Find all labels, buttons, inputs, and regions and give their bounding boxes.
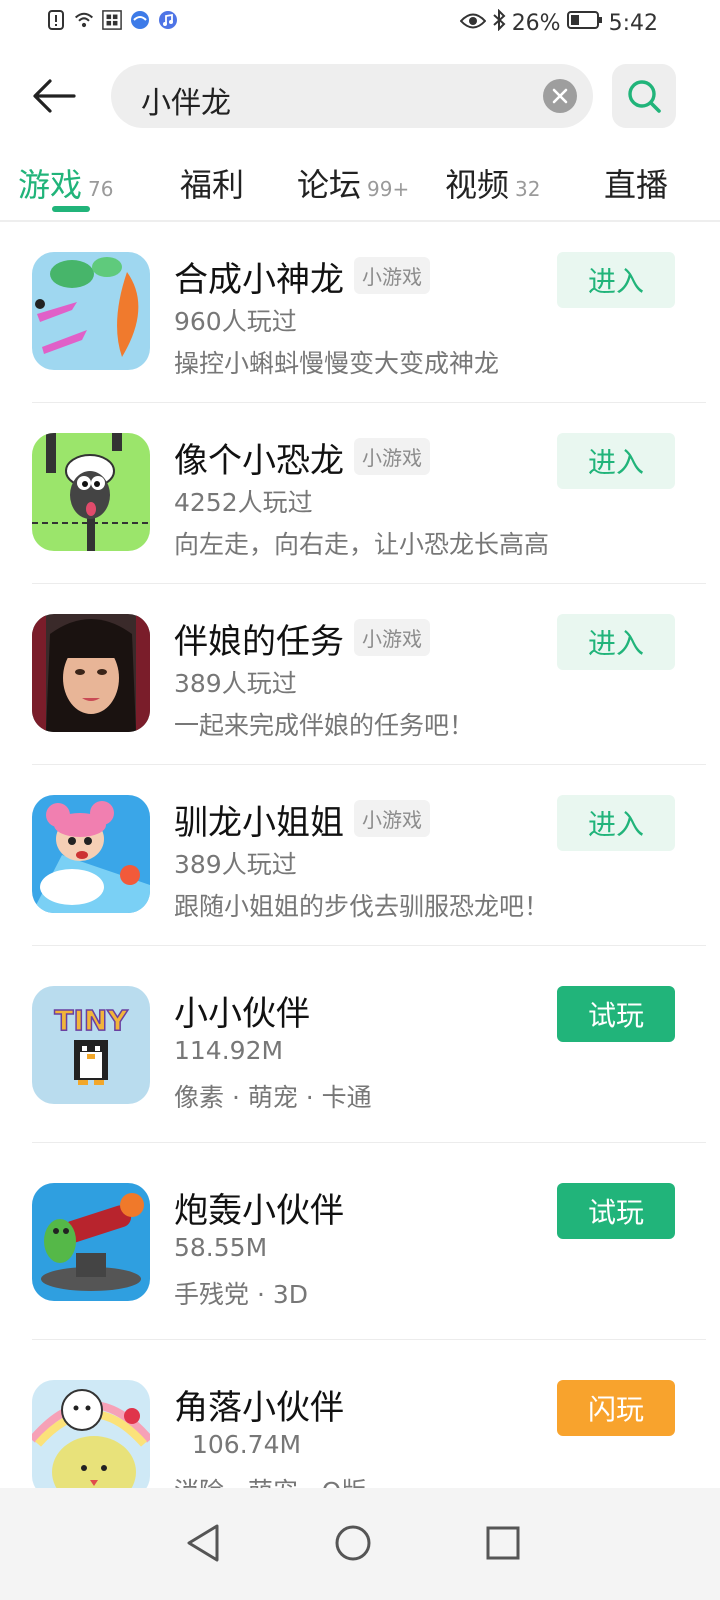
enter-button[interactable]: 进入 bbox=[557, 252, 675, 308]
game-icon bbox=[32, 1183, 150, 1301]
item-title-text: 合成小神龙 bbox=[174, 260, 344, 300]
item-title-text: 驯龙小姐姐 bbox=[174, 803, 344, 843]
item-desc: 跟随小姐姐的步伐去驯服恐龙吧！ bbox=[174, 892, 550, 921]
close-icon bbox=[552, 88, 568, 104]
tab-label: 福利 bbox=[180, 166, 245, 204]
mini-game-tag: 小游戏 bbox=[354, 800, 430, 837]
tiny-logo-text: TINY bbox=[54, 1004, 128, 1037]
item-meta: 389人玩过 bbox=[174, 850, 297, 879]
tab-indicator bbox=[52, 206, 90, 212]
enter-button[interactable]: 进入 bbox=[557, 795, 675, 851]
back-button[interactable] bbox=[28, 74, 80, 118]
list-item[interactable]: 合成小神龙 小游戏 960人玩过 操控小蝌蚪慢慢变大变成神龙 进入 bbox=[32, 222, 706, 403]
enter-button[interactable]: 进入 bbox=[557, 433, 675, 489]
tab-count: 32 bbox=[515, 177, 541, 201]
item-meta: 389人玩过 bbox=[174, 669, 297, 698]
triangle-back-icon bbox=[187, 1524, 219, 1562]
try-button[interactable]: 试玩 bbox=[557, 1183, 675, 1239]
list-item[interactable]: 像个小恐龙 小游戏 4252人玩过 向左走，向右走，让小恐龙长高高 进入 bbox=[32, 403, 706, 584]
system-nav-bar bbox=[0, 1488, 720, 1600]
search-input[interactable]: 小伴龙 bbox=[111, 64, 593, 128]
item-size: 106.74M bbox=[192, 1430, 302, 1459]
tab-label: 视频 bbox=[445, 166, 510, 204]
tab-count: 76 bbox=[88, 177, 114, 201]
tab-label: 论坛 bbox=[297, 166, 362, 204]
tab-live[interactable]: 直播 bbox=[604, 160, 668, 206]
tab-count: 99+ bbox=[367, 177, 410, 201]
item-title-text: 伴娘的任务 bbox=[174, 622, 344, 662]
list-item[interactable]: TINY 小小伙伴 114.92M 像素 · 萌宠 · 卡通 试玩 bbox=[32, 946, 706, 1143]
game-icon bbox=[32, 795, 150, 913]
enter-button[interactable]: 进入 bbox=[557, 614, 675, 670]
search-button[interactable] bbox=[612, 64, 676, 128]
game-icon bbox=[32, 614, 150, 732]
arrow-left-icon bbox=[33, 79, 76, 113]
clear-search-button[interactable] bbox=[543, 79, 577, 113]
result-list: 合成小神龙 小游戏 960人玩过 操控小蝌蚪慢慢变大变成神龙 进入 像个小恐龙 小游… bbox=[0, 222, 720, 1536]
tab-label: 直播 bbox=[604, 166, 669, 204]
tab-video[interactable]: 视频 32 bbox=[445, 160, 540, 206]
item-title: 合成小神龙 小游戏 bbox=[174, 252, 430, 301]
list-item[interactable]: 炮轰小伙伴 58.55M 手残党 · 3D 试玩 bbox=[32, 1143, 706, 1340]
item-size: 58.55M bbox=[174, 1233, 268, 1262]
nav-back-button[interactable] bbox=[178, 1518, 228, 1568]
item-size: 114.92M bbox=[174, 1036, 284, 1065]
nav-home-button[interactable] bbox=[328, 1518, 378, 1568]
status-bar: 26% 5:42 bbox=[0, 0, 720, 50]
status-right: 26% 5:42 bbox=[459, 8, 658, 37]
game-icon bbox=[32, 1380, 150, 1498]
wifi-icon bbox=[74, 10, 94, 30]
list-item[interactable]: 驯龙小姐姐 小游戏 389人玩过 跟随小姐姐的步伐去驯服恐龙吧！ 进入 bbox=[32, 765, 706, 946]
item-title: 角落小伙伴 bbox=[174, 1388, 344, 1428]
tab-forum[interactable]: 论坛 99+ bbox=[297, 160, 409, 206]
battery-icon bbox=[566, 10, 603, 36]
mini-game-tag: 小游戏 bbox=[354, 438, 430, 475]
clock: 5:42 bbox=[608, 10, 658, 36]
list-item[interactable]: 伴娘的任务 小游戏 389人玩过 一起来完成伴娘的任务吧！ 进入 bbox=[32, 584, 706, 765]
circle-home-icon bbox=[335, 1525, 371, 1561]
bluetooth-icon bbox=[492, 8, 506, 37]
game-app-icon bbox=[102, 10, 122, 30]
alert-icon bbox=[46, 10, 66, 30]
search-icon bbox=[628, 80, 661, 113]
item-tags: 像素 · 萌宠 · 卡通 bbox=[174, 1083, 372, 1112]
search-header: 小伴龙 bbox=[0, 58, 720, 134]
item-meta: 960人玩过 bbox=[174, 307, 297, 336]
status-left-icons bbox=[46, 10, 178, 30]
try-button[interactable]: 试玩 bbox=[557, 986, 675, 1042]
flash-play-button[interactable]: 闪玩 bbox=[557, 1380, 675, 1436]
game-icon bbox=[32, 433, 150, 551]
battery-percent: 26% bbox=[511, 10, 561, 36]
tab-label: 游戏 bbox=[18, 166, 83, 204]
eye-icon bbox=[459, 11, 487, 36]
item-desc: 向左走，向右走，让小恐龙长高高 bbox=[174, 530, 550, 559]
result-tabs: 游戏 76 福利 论坛 99+ 视频 32 直播 bbox=[0, 150, 720, 220]
item-title: 炮轰小伙伴 bbox=[174, 1191, 344, 1231]
mini-game-tag: 小游戏 bbox=[354, 257, 430, 294]
item-title: 小小伙伴 bbox=[174, 994, 310, 1034]
tab-benefits[interactable]: 福利 bbox=[180, 160, 244, 206]
nav-recents-button[interactable] bbox=[478, 1518, 528, 1568]
item-desc: 操控小蝌蚪慢慢变大变成神龙 bbox=[174, 349, 500, 378]
item-title: 驯龙小姐姐 小游戏 bbox=[174, 795, 430, 844]
square-recents-icon bbox=[486, 1526, 520, 1560]
mini-game-tag: 小游戏 bbox=[354, 619, 430, 656]
item-title: 伴娘的任务 小游戏 bbox=[174, 614, 430, 663]
item-tags: 手残党 · 3D bbox=[174, 1280, 308, 1309]
game-icon: TINY bbox=[32, 986, 150, 1104]
item-title-text: 像个小恐龙 bbox=[174, 441, 344, 481]
music-icon bbox=[158, 10, 178, 30]
item-meta: 4252人玩过 bbox=[174, 488, 313, 517]
browser-icon bbox=[130, 10, 150, 30]
game-icon bbox=[32, 252, 150, 370]
search-query[interactable]: 小伴龙 bbox=[141, 78, 231, 122]
item-desc: 一起来完成伴娘的任务吧！ bbox=[174, 711, 475, 740]
tab-games[interactable]: 游戏 76 bbox=[18, 160, 113, 206]
item-title: 像个小恐龙 小游戏 bbox=[174, 433, 430, 482]
